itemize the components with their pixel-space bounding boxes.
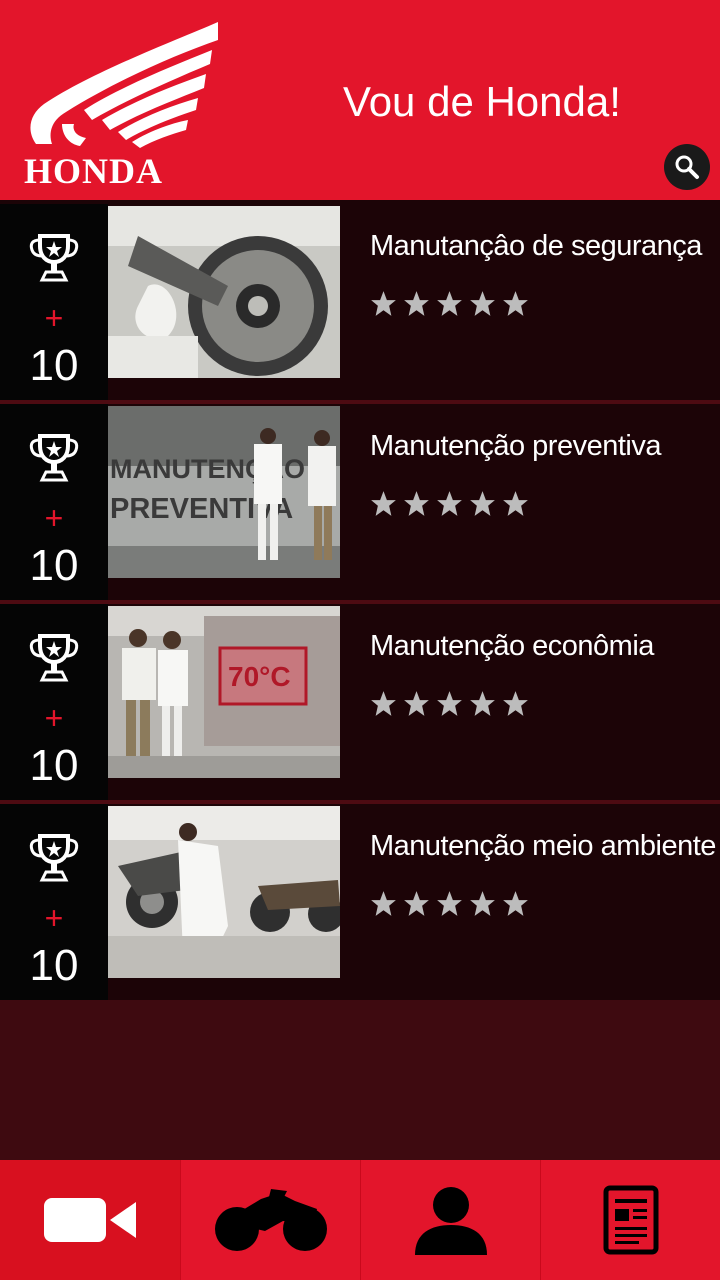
trophy-icon [29, 634, 79, 682]
star-icon [503, 291, 528, 316]
plus-sign: + [44, 500, 64, 536]
star-rating [370, 490, 529, 517]
plus-sign: + [44, 900, 64, 936]
user-icon [414, 1187, 487, 1255]
video-thumbnail[interactable]: MANUTENÇÃO PREVENTIVA [108, 406, 340, 578]
star-icon [371, 291, 396, 316]
star-icon [404, 491, 429, 516]
star-icon [371, 491, 396, 516]
star-icon [437, 491, 462, 516]
star-icon [437, 691, 462, 716]
nav-videos-tab[interactable] [0, 1160, 180, 1280]
score-column: + 10 [0, 404, 108, 600]
points-value: 10 [29, 941, 79, 990]
star-icon [371, 691, 396, 716]
points-value: 10 [29, 741, 79, 790]
star-icon [470, 891, 495, 916]
thumb-temp-text: 70°C [228, 661, 291, 692]
star-icon [404, 291, 429, 316]
page-title: Vou de Honda! [343, 78, 621, 125]
video-camera-icon [44, 1198, 136, 1242]
video-thumbnail[interactable]: 70°C [108, 606, 340, 778]
star-icon [503, 891, 528, 916]
star-icon [503, 691, 528, 716]
video-thumbnail[interactable] [108, 806, 340, 978]
list-item[interactable]: + 10 Manutenção meio ambiente [0, 800, 720, 1000]
score-column: + 10 [0, 204, 108, 400]
star-icon [470, 491, 495, 516]
star-icon [404, 691, 429, 716]
motorcycle-icon [214, 1189, 327, 1251]
app-header: HONDA Vou de Honda! [0, 0, 720, 200]
item-title: Manutenção meio ambiente [370, 830, 716, 862]
bottom-navigation [0, 1160, 720, 1280]
points-value: 10 [29, 341, 79, 390]
plus-sign: + [44, 300, 64, 336]
trophy-icon [29, 434, 79, 482]
trophy-icon [29, 834, 79, 882]
star-rating [370, 690, 529, 717]
item-title: Manutenção preventiva [370, 430, 661, 462]
star-icon [470, 291, 495, 316]
star-rating [370, 290, 529, 317]
score-column: + 10 [0, 604, 108, 800]
list-item[interactable]: + 10 70°C Manutenção econômia [0, 600, 720, 800]
video-thumbnail[interactable] [108, 206, 340, 378]
list-item[interactable]: + 10 Manutançâo de segurança [0, 200, 720, 400]
nav-news-tab[interactable] [540, 1160, 720, 1280]
star-icon [371, 891, 396, 916]
search-button[interactable] [664, 144, 710, 190]
star-icon [437, 291, 462, 316]
score-column: + 10 [0, 804, 108, 1000]
trophy-icon [29, 234, 79, 282]
nav-motorcycles-tab[interactable] [180, 1160, 360, 1280]
nav-profile-tab[interactable] [360, 1160, 540, 1280]
search-icon [675, 155, 699, 179]
star-icon [470, 691, 495, 716]
list-item[interactable]: + 10 MANUTENÇÃO PREVENTIVA Manutenção pr… [0, 400, 720, 600]
star-icon [437, 891, 462, 916]
news-icon [603, 1185, 658, 1255]
points-value: 10 [29, 541, 79, 590]
star-icon [404, 891, 429, 916]
plus-sign: + [44, 700, 64, 736]
video-list: + 10 Manutançâo de segurança + 10 MANUTE… [0, 200, 720, 1000]
item-title: Manutenção econômia [370, 630, 654, 662]
star-rating [370, 890, 529, 917]
star-icon [503, 491, 528, 516]
item-title: Manutançâo de segurança [370, 230, 702, 262]
honda-wordmark: HONDA [24, 151, 163, 191]
